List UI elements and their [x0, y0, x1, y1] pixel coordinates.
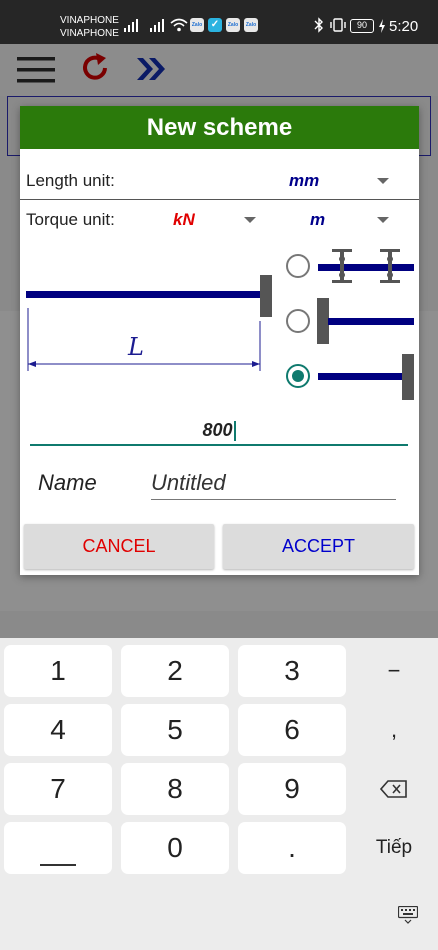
name-label: Name [38, 470, 97, 495]
carrier-names: VINAPHONE VINAPHONE [60, 14, 119, 40]
charging-icon [379, 19, 385, 33]
chevron-down-icon [377, 178, 389, 184]
length-input[interactable]: 800 [30, 416, 408, 446]
length-input-value: 800 [202, 420, 233, 440]
new-scheme-dialog: New scheme Length unit: mm Torque unit: … [20, 106, 419, 575]
chevron-double-right-icon[interactable] [135, 55, 169, 83]
check-icon: ✓ [208, 18, 222, 32]
chevron-down-icon [377, 217, 389, 223]
space-bar-icon [40, 864, 76, 866]
signal-icon-2 [150, 19, 164, 32]
key-7[interactable]: 7 [4, 763, 112, 815]
cancel-button[interactable]: CANCEL [24, 524, 214, 569]
torque-force-select[interactable]: kN [170, 203, 260, 235]
wifi-icon [170, 18, 188, 32]
torque-length-value: m [310, 210, 326, 229]
radio-fixed-right[interactable] [286, 364, 310, 388]
zalo-icon-3: Zalo [244, 18, 258, 32]
radio-simply-supported[interactable] [286, 254, 310, 278]
key-5[interactable]: 5 [121, 704, 229, 756]
key-2[interactable]: 2 [121, 645, 229, 697]
dialog-title: New scheme [20, 106, 419, 149]
key-dot[interactable]: . [238, 822, 346, 874]
key-space[interactable] [4, 822, 112, 874]
clock: 5:20 [389, 18, 419, 35]
key-1[interactable]: 1 [4, 645, 112, 697]
battery-indicator: 90 [350, 19, 374, 33]
text-cursor [233, 421, 236, 442]
name-input[interactable]: Untitled [151, 468, 396, 500]
length-dimension-label: L [128, 333, 144, 361]
length-unit-select[interactable]: mm [270, 164, 400, 196]
fixed-right-beam-icon [318, 354, 414, 400]
numeric-keyboard: 1 2 3 − 4 5 6 , 7 8 9 0 . Tiếp [0, 638, 438, 950]
zalo-icon-2: Zalo [226, 18, 240, 32]
fixed-left-beam-icon [317, 298, 414, 344]
keyboard-hide-icon[interactable] [398, 906, 418, 924]
length-unit-value: mm [289, 171, 320, 190]
bluetooth-icon [314, 17, 323, 33]
carrier-2: VINAPHONE [60, 28, 119, 39]
chevron-down-icon [244, 217, 256, 223]
key-next[interactable]: Tiếp [359, 822, 429, 874]
zalo-icon: Zalo [190, 18, 204, 32]
status-bar: VINAPHONE VINAPHONE Zalo ✓ Zalo Zalo 90 … [0, 0, 438, 44]
torque-unit-label: Torque unit: [26, 210, 115, 229]
key-9[interactable]: 9 [238, 763, 346, 815]
key-6[interactable]: 6 [238, 704, 346, 756]
key-8[interactable]: 8 [121, 763, 229, 815]
radio-fixed-left[interactable] [286, 309, 310, 333]
key-minus[interactable]: − [359, 645, 429, 697]
accept-button[interactable]: ACCEPT [223, 524, 414, 569]
divider [20, 199, 419, 200]
backspace-icon[interactable] [380, 779, 408, 799]
key-0[interactable]: 0 [121, 822, 229, 874]
app-toolbar [0, 44, 438, 96]
beam-diagram [26, 275, 272, 371]
carrier-1: VINAPHONE [60, 15, 119, 26]
refresh-icon[interactable] [79, 52, 111, 84]
vibrate-icon [330, 18, 346, 32]
key-3[interactable]: 3 [238, 645, 346, 697]
torque-force-value: kN [173, 210, 195, 229]
key-comma[interactable]: , [359, 704, 429, 756]
signal-icon [124, 19, 138, 32]
length-unit-label: Length unit: [26, 171, 115, 190]
simply-supported-beam-icon [318, 249, 414, 283]
torque-length-select[interactable]: m [300, 203, 400, 235]
menu-icon[interactable] [17, 57, 55, 83]
key-4[interactable]: 4 [4, 704, 112, 756]
